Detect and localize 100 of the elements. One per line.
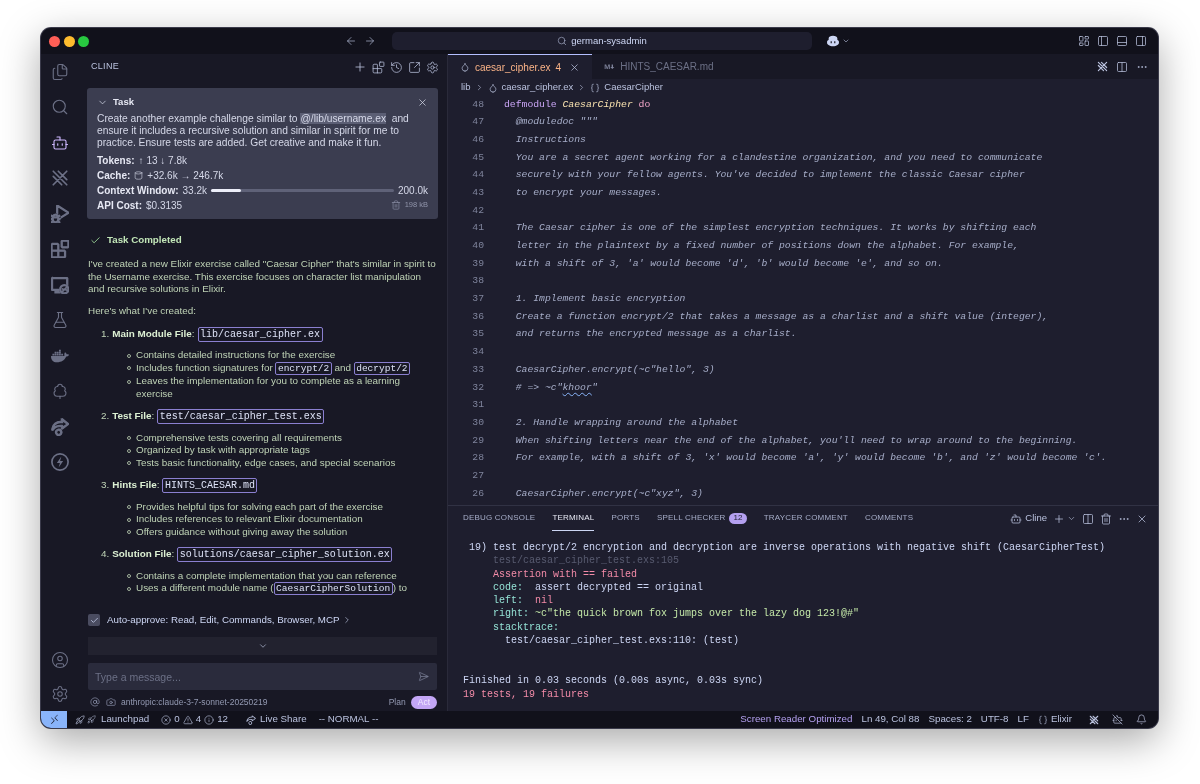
panel-tab[interactable]: TRAYCER COMMENT xyxy=(763,506,848,531)
terminal-name[interactable]: Cline xyxy=(1025,511,1047,526)
chevron-down-icon xyxy=(257,641,268,651)
lightning-icon[interactable] xyxy=(50,453,69,472)
breadcrumb-item[interactable]: CaesarCipher xyxy=(604,80,663,95)
code-line: For example, with a shift of 3, 'x' would become 'a', 'y' would become 'b', and 'z' would become 'c'. xyxy=(514,451,1107,466)
back-arrow-icon[interactable] xyxy=(345,35,357,47)
cost-value: $0.3135 xyxy=(146,198,183,213)
files-icon[interactable] xyxy=(50,62,69,81)
panel-tab[interactable]: SPELL CHECKER 12 xyxy=(656,506,747,531)
account-icon[interactable] xyxy=(50,651,69,669)
split-editor-icon[interactable] xyxy=(1116,60,1128,73)
forward-arrow-icon[interactable] xyxy=(364,35,376,47)
flask-icon[interactable] xyxy=(50,311,69,330)
settings-icon[interactable] xyxy=(50,685,69,703)
robot-off-icon[interactable] xyxy=(1112,714,1123,725)
extensions-icon[interactable] xyxy=(50,240,69,259)
breadcrumb-item[interactable]: lib xyxy=(461,80,471,95)
monitor-icon[interactable] xyxy=(50,275,69,294)
breadcrumb-item[interactable]: caesar_cipher.ex xyxy=(501,80,574,95)
language-mode-button[interactable]: Elixir xyxy=(1037,712,1072,727)
mode-option[interactable]: Plan xyxy=(385,695,409,709)
info-icon xyxy=(204,714,215,725)
panel-tab[interactable]: COMMENTS xyxy=(864,506,914,531)
code-line: When shifting letters near the end of the alphabet, you'll need to wrap around to the beginning. xyxy=(514,433,1078,448)
robot-icon[interactable] xyxy=(50,133,69,152)
mention-icon[interactable] xyxy=(90,697,100,707)
file-mention[interactable]: @/lib/username.ex xyxy=(300,113,386,124)
bullet-text: Leaves the implementation for you to complete as a learning exercise xyxy=(136,375,402,400)
panel-tab[interactable]: PORTS xyxy=(611,506,640,531)
goggles-face-icon[interactable] xyxy=(826,34,840,48)
window-minimize-button[interactable] xyxy=(63,35,75,47)
line-number: 32 xyxy=(471,380,484,395)
history-icon[interactable] xyxy=(390,60,403,74)
bell-icon[interactable] xyxy=(1136,714,1147,725)
status-item[interactable]: UTF-8 xyxy=(980,712,1009,727)
secondary-sidebar-icon[interactable] xyxy=(1135,35,1147,47)
layout-icon[interactable] xyxy=(1078,35,1090,47)
tree-icon[interactable] xyxy=(50,382,69,401)
blocks-icon[interactable] xyxy=(372,60,385,74)
line-number: 28 xyxy=(471,451,484,466)
slashes-icon[interactable] xyxy=(1089,714,1099,725)
line-number: 41 xyxy=(471,221,484,236)
launchpad-button[interactable]: Launchpad xyxy=(75,712,150,727)
settings-icon[interactable] xyxy=(426,60,439,74)
bullet-text: Organized by task with appropriate tags xyxy=(136,444,310,457)
status-item[interactable]: Spaces: 2 xyxy=(928,712,972,727)
command-center[interactable]: german-sysadmin xyxy=(392,32,812,50)
sidebar-toggle-icon[interactable] xyxy=(1097,35,1109,47)
whale-icon[interactable] xyxy=(50,346,69,365)
close-icon[interactable] xyxy=(417,96,428,108)
code-line: You are a secret agent working for a clandestine organization, and you need to communicate xyxy=(514,150,1043,165)
live-share-icon[interactable] xyxy=(50,417,69,436)
external-link-icon[interactable] xyxy=(408,60,421,74)
line-number: 30 xyxy=(471,415,484,430)
stat-label: Context Window: xyxy=(97,183,179,198)
live-share-icon xyxy=(246,714,256,725)
model-selector[interactable]: anthropic:claude-3-7-sonnet-20250219 xyxy=(121,695,268,709)
slashes-icon[interactable] xyxy=(1097,61,1108,72)
status-item[interactable]: LF xyxy=(1017,712,1029,727)
caret-icon[interactable] xyxy=(842,37,850,45)
search-icon[interactable] xyxy=(50,98,69,117)
line-number: 34 xyxy=(471,345,484,360)
panel-tab[interactable]: TERMINAL xyxy=(552,506,595,531)
braces-icon xyxy=(590,82,601,93)
plus-icon[interactable] xyxy=(1053,512,1065,525)
message-input[interactable]: Type a message... xyxy=(88,663,437,690)
code-line: with a shift of 3, 'a' would become 'd', 'b' would become 'e', and so on. xyxy=(514,256,943,271)
trash-icon[interactable] xyxy=(1100,512,1112,525)
response-paragraph: I've created a new Elixir exercise called "Caesar Cipher" that's similar in spirit to the Username exercise. This exercise focuses on character list manipulation and recursive solutions in Elixir. xyxy=(88,258,437,296)
trash-icon[interactable] xyxy=(390,200,401,210)
check-icon xyxy=(90,235,101,246)
file-heading: 2. Test File: test/caesar_cipher_test.exs xyxy=(88,408,437,425)
run-debug-icon[interactable] xyxy=(50,204,69,223)
close-icon[interactable] xyxy=(569,61,581,73)
remote-button[interactable] xyxy=(41,711,67,728)
status-item[interactable]: Screen Reader Optimized xyxy=(740,712,853,727)
problems-button[interactable]: 0 4 12 xyxy=(161,712,228,727)
send-icon[interactable] xyxy=(418,671,429,682)
panel-title: CLINE xyxy=(91,60,119,74)
live-share-button[interactable]: Live Share xyxy=(246,712,307,727)
plus-icon[interactable] xyxy=(353,60,367,74)
auto-approve-checkbox[interactable] xyxy=(88,614,100,626)
auto-approve-label[interactable]: Auto-approve: Read, Edit, Commands, Browser, MCP xyxy=(107,612,340,628)
stat-label: API Cost: xyxy=(97,198,142,213)
code-line: to encrypt your messages. xyxy=(514,185,662,200)
caret-icon[interactable] xyxy=(1067,514,1076,523)
status-item[interactable]: Ln 49, Col 88 xyxy=(861,712,920,727)
panel-toggle-icon[interactable] xyxy=(1116,35,1128,47)
line-number: 29 xyxy=(471,433,484,448)
completion-title: Task Completed xyxy=(107,233,182,248)
camera-icon[interactable] xyxy=(106,697,116,707)
split-terminal-icon[interactable] xyxy=(1082,512,1094,525)
bullet-text: Contains detailed instructions for the exercise xyxy=(136,349,336,362)
editor-tab[interactable]: caesar_cipher.ex 4 xyxy=(448,54,593,79)
cylinder-icon xyxy=(134,170,144,180)
window-zoom-button[interactable] xyxy=(78,35,89,47)
panel-tab[interactable]: DEBUG CONSOLE xyxy=(463,506,536,531)
line-number: 46 xyxy=(471,132,484,147)
window-close-button[interactable] xyxy=(49,35,60,47)
